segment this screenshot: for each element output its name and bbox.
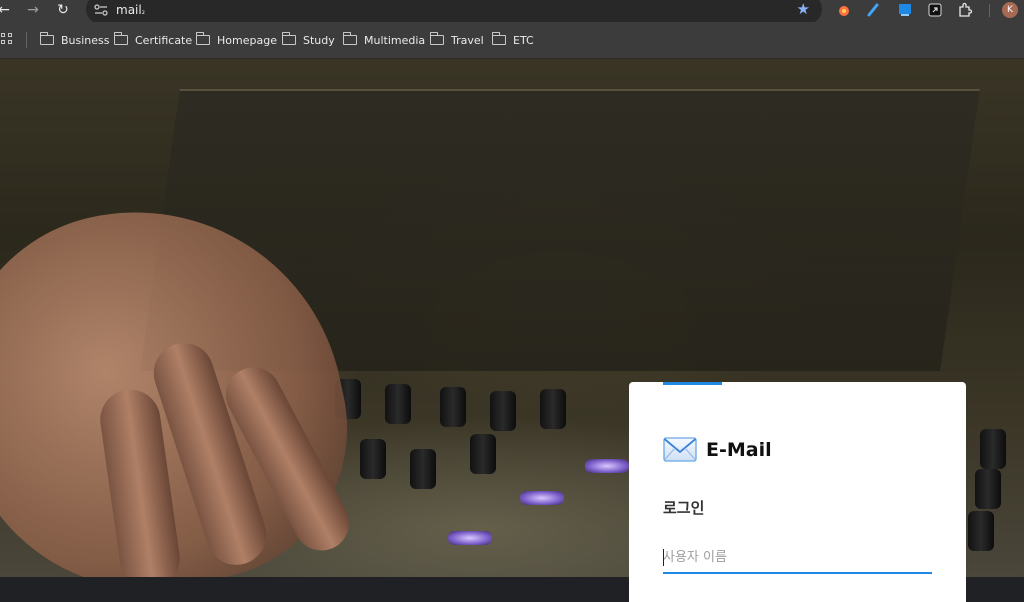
extension-flame-icon[interactable] xyxy=(836,2,852,18)
background-light-pad xyxy=(520,491,564,505)
background-knob xyxy=(440,387,466,427)
bookmark-folder-homepage[interactable]: Homepage xyxy=(196,22,277,58)
background-knob xyxy=(385,384,411,424)
back-button[interactable]: ← xyxy=(0,1,14,19)
background-light-pad xyxy=(448,531,492,545)
folder-icon xyxy=(492,32,506,45)
bookmark-star-icon[interactable]: ★ xyxy=(797,1,810,17)
background-knob xyxy=(360,439,386,479)
extensions-puzzle-icon[interactable] xyxy=(957,2,973,18)
background-knob xyxy=(470,434,496,474)
extension-pen-icon[interactable] xyxy=(865,2,881,18)
card-accent-bar xyxy=(663,382,722,385)
extension-window-icon[interactable] xyxy=(897,2,913,18)
envelope-icon xyxy=(663,437,697,462)
bookmark-folder-business[interactable]: Business xyxy=(40,22,110,58)
bookmark-folder-etc[interactable]: ETC xyxy=(492,22,534,58)
folder-icon xyxy=(343,32,357,45)
folder-icon xyxy=(282,32,296,45)
forward-arrow-icon: → xyxy=(27,2,39,18)
background-knob xyxy=(410,449,436,489)
login-heading: 로그인 xyxy=(663,499,705,517)
site-settings-icon[interactable] xyxy=(94,4,108,16)
profile-avatar[interactable]: K xyxy=(1002,2,1018,18)
browser-toolbar: ← → ↻ mail₂ ★ K xyxy=(0,0,1024,24)
login-card: E-Mail 로그인 xyxy=(629,382,966,602)
background-knob xyxy=(490,391,516,431)
url-text[interactable]: mail₂ xyxy=(116,3,145,19)
background-knob xyxy=(975,469,1001,509)
bookmark-folder-certificate[interactable]: Certificate xyxy=(114,22,192,58)
folder-icon xyxy=(114,32,128,45)
background-knob xyxy=(980,429,1006,469)
background-knob xyxy=(968,511,994,551)
bookmark-folder-travel[interactable]: Travel xyxy=(430,22,484,58)
folder-icon xyxy=(196,32,210,45)
toolbar-divider xyxy=(989,4,990,17)
bookmark-folder-multimedia[interactable]: Multimedia xyxy=(343,22,425,58)
back-arrow-icon: ← xyxy=(0,2,10,18)
background-knob xyxy=(540,389,566,429)
reload-button[interactable]: ↻ xyxy=(53,1,73,19)
text-cursor xyxy=(663,549,664,566)
bookmarks-bar: Business Certificate Homepage Study Mult… xyxy=(0,22,1024,59)
bookmarks-divider xyxy=(26,32,27,48)
folder-icon xyxy=(430,32,444,45)
folder-icon xyxy=(40,32,54,45)
extension-box-icon[interactable] xyxy=(927,2,943,18)
bookmark-folder-study[interactable]: Study xyxy=(282,22,335,58)
app-brand-title: E-Mail xyxy=(706,439,772,461)
username-input[interactable] xyxy=(663,542,932,574)
apps-grid-icon[interactable] xyxy=(1,33,13,45)
background-light-pad xyxy=(585,459,629,473)
forward-button[interactable]: → xyxy=(23,1,43,19)
reload-icon: ↻ xyxy=(57,2,69,18)
address-bar[interactable]: mail₂ ★ xyxy=(86,0,822,24)
